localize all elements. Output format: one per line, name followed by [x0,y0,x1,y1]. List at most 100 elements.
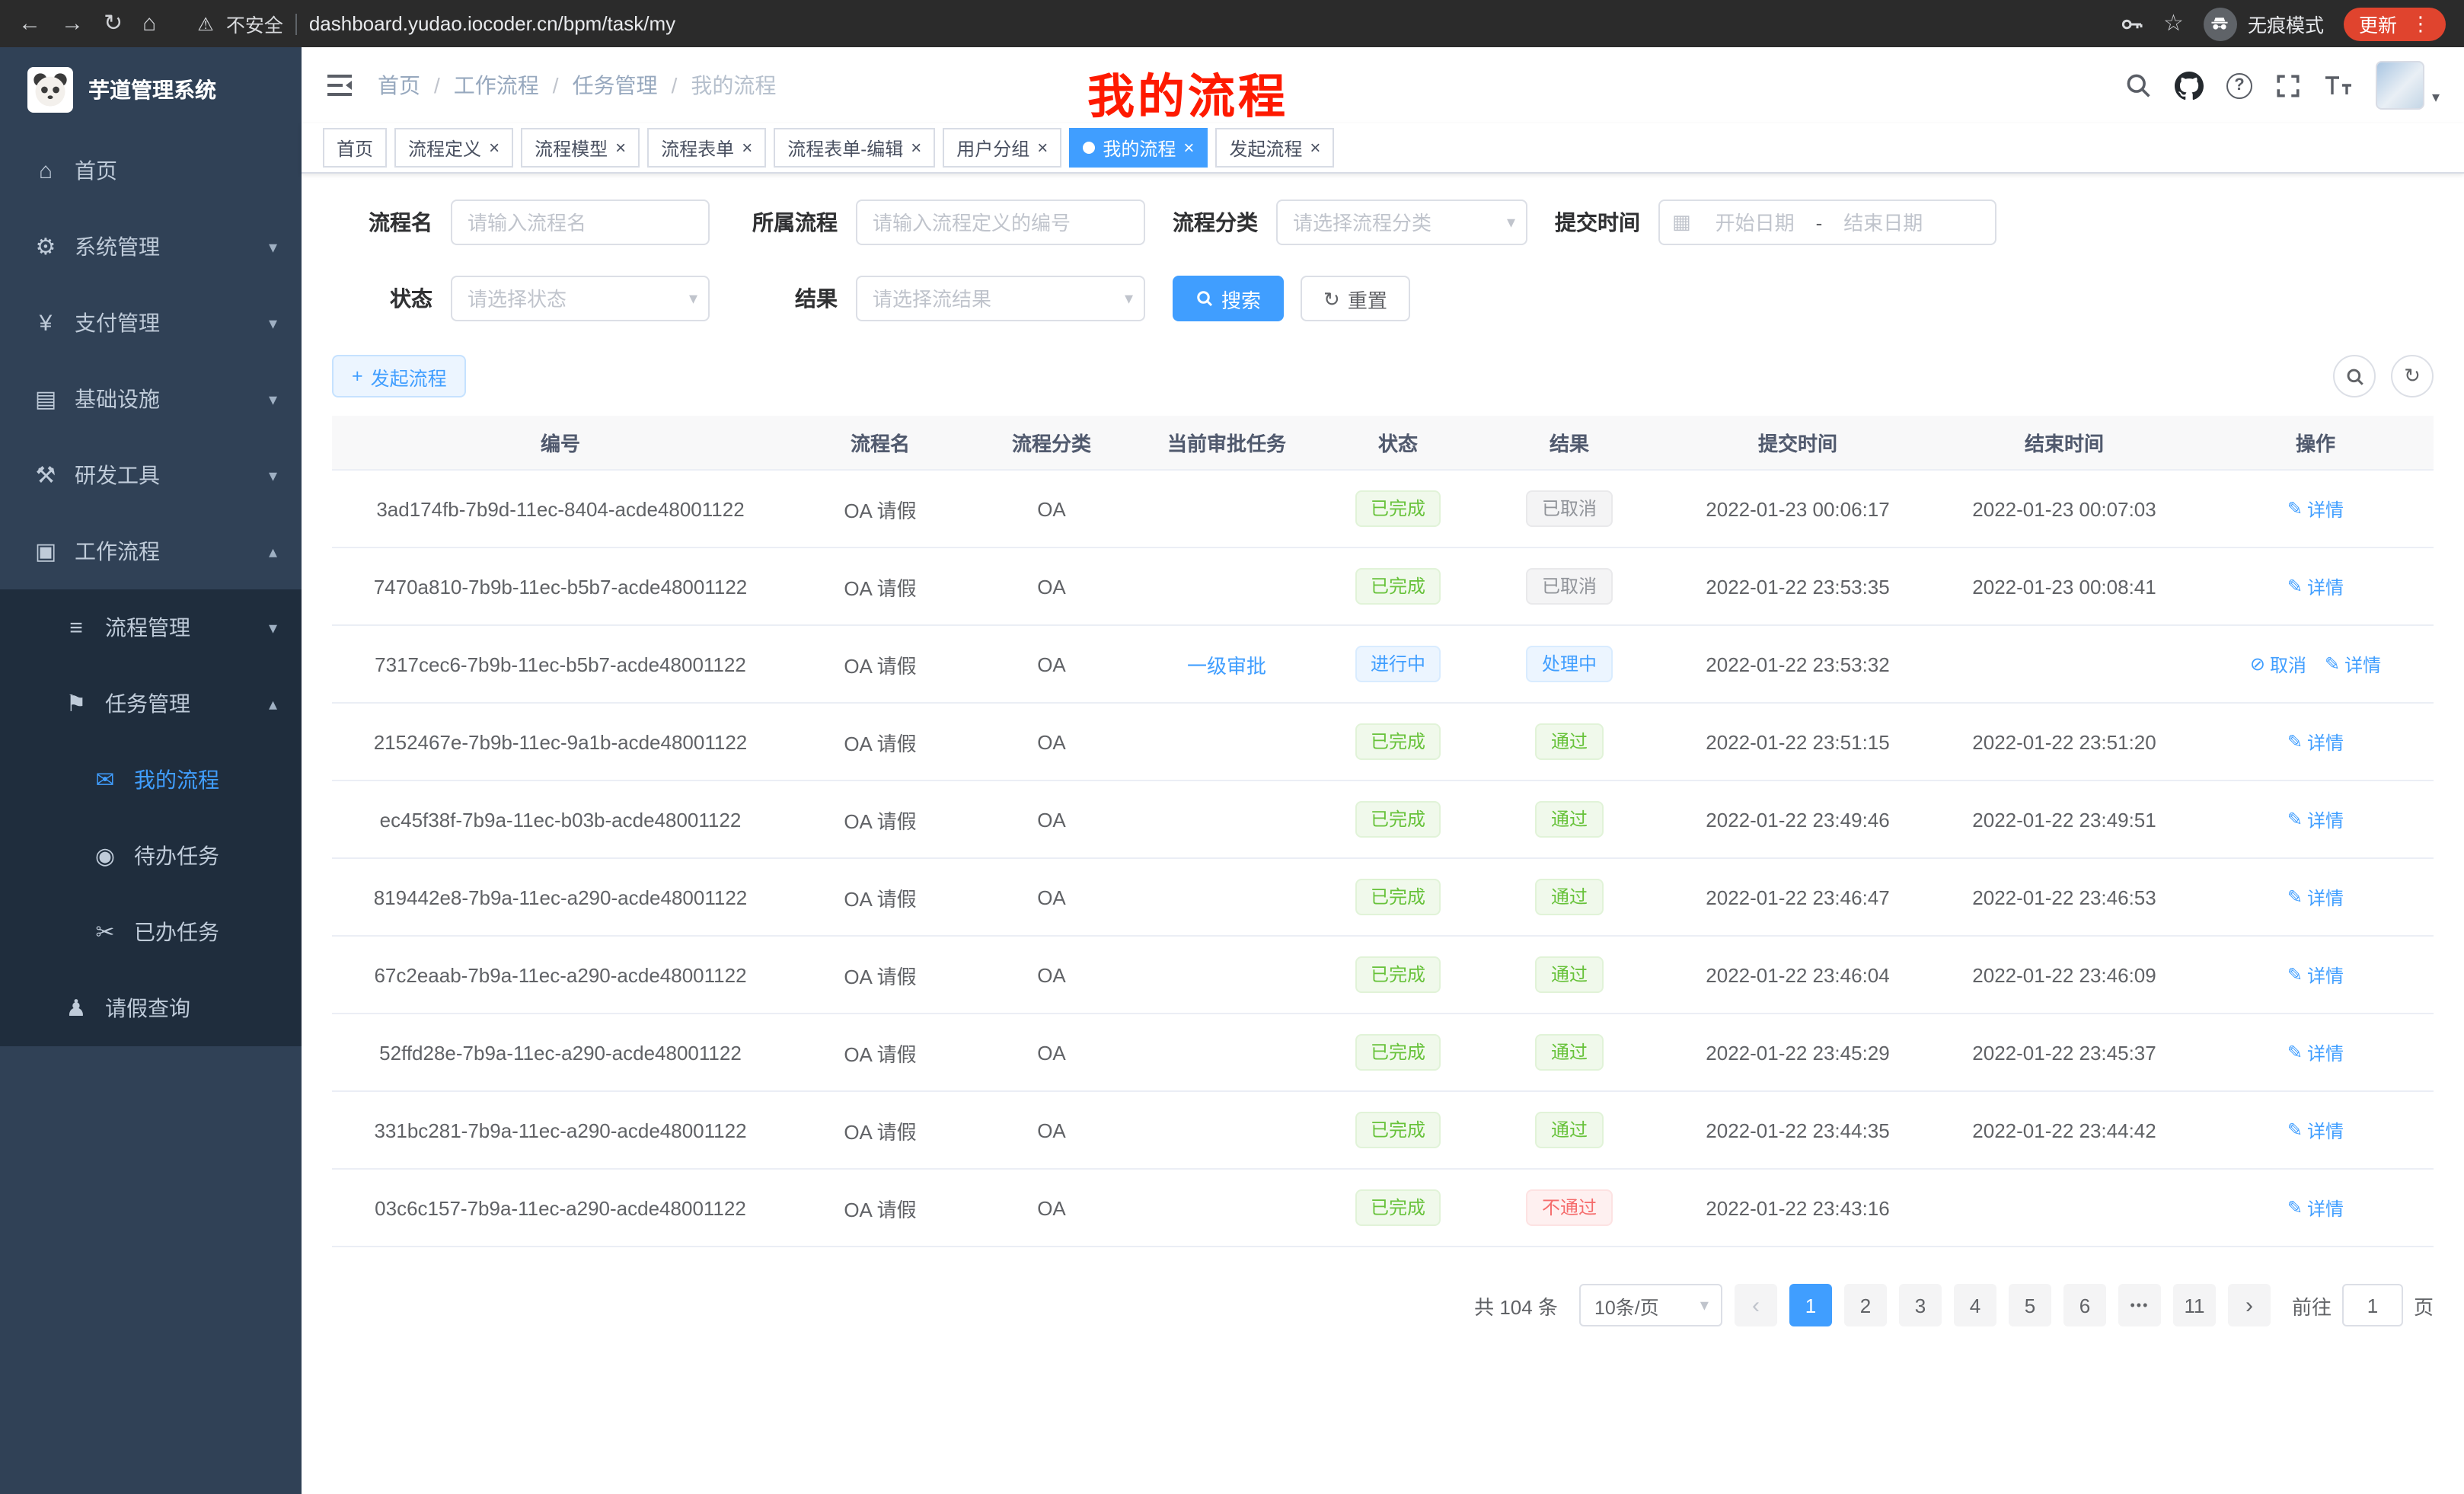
process-name-cell: OA 请假 [789,704,972,781]
refresh-table-icon[interactable]: ↻ [2391,355,2434,397]
detail-link[interactable]: ✎详情 [2287,806,2344,832]
detail-link[interactable]: ✎详情 [2287,962,2344,988]
caret-down-icon: ▾ [2432,90,2440,110]
page-button[interactable]: 11 [2173,1284,2216,1326]
edit-icon: ✎ [2287,888,2303,906]
edit-icon: ✎ [2287,1199,2303,1217]
sidebar-collapse-icon[interactable] [326,73,353,97]
end-time-cell: 2022-01-22 23:44:42 [1931,1092,2197,1170]
goto-page-input[interactable] [2342,1284,2403,1326]
date-range-picker[interactable]: ▦ - [1658,200,1996,245]
sidebar-item-devtools[interactable]: ⚒研发工具▾ [0,437,302,513]
reload-icon[interactable]: ↻ [104,12,123,35]
start-process-button[interactable]: + 发起流程 [332,355,467,397]
key-icon[interactable] [2119,11,2143,36]
tab-process-form-edit[interactable]: 流程表单-编辑× [774,128,935,168]
browser-home-icon[interactable]: ⌂ [142,12,156,35]
tab-start-process[interactable]: 发起流程× [1215,128,1334,168]
incognito-chip[interactable]: 无痕模式 [2204,7,2324,40]
next-page-button[interactable]: › [2228,1284,2271,1326]
address-bar[interactable]: ⚠ 不安全 dashboard.yudao.iocoder.cn/bpm/tas… [197,9,2099,38]
close-icon[interactable]: × [742,139,752,157]
result-select[interactable]: ▾ [856,276,1145,321]
help-icon[interactable]: ? [2226,72,2252,98]
sidebar-item-todo-task[interactable]: ◉待办任务 [0,818,302,894]
search-icon[interactable] [2124,72,2152,99]
close-icon[interactable]: × [489,139,500,157]
page-button[interactable]: 6 [2063,1284,2106,1326]
category-select[interactable]: ▾ [1276,200,1527,245]
breadcrumb-item[interactable]: 任务管理 [573,70,658,101]
browser-menu-icon[interactable]: ⋮ [2411,11,2430,36]
user-menu[interactable]: ▾ [2376,61,2440,110]
app-logo[interactable]: 芋道管理系统 [0,47,302,132]
page-button[interactable]: 2 [1844,1284,1887,1326]
parent-process-input[interactable] [856,200,1145,245]
sidebar-item-workflow[interactable]: ▣工作流程▴ [0,513,302,589]
avatar[interactable] [2376,61,2424,110]
tab-process-model[interactable]: 流程模型× [521,128,640,168]
status-badge: 已完成 [1355,568,1441,605]
detail-link[interactable]: ✎详情 [2287,573,2344,599]
result-badge: 不通过 [1527,1189,1612,1226]
page-size-select[interactable]: 10条/页 ▾ [1579,1284,1722,1326]
tab-user-group[interactable]: 用户分组× [943,128,1061,168]
page-button[interactable]: 3 [1899,1284,1942,1326]
tab-home[interactable]: 首页 [323,128,387,168]
sidebar-menu: ⌂首页⚙系统管理▾¥支付管理▾▤基础设施▾⚒研发工具▾▣工作流程▴≡流程管理▾⚑… [0,132,302,1046]
reset-button[interactable]: ↻ 重置 [1301,276,1410,321]
detail-link[interactable]: ✎详情 [2287,1117,2344,1143]
page-ellipsis-button[interactable]: ••• [2118,1284,2161,1326]
update-button[interactable]: 更新 ⋮ [2344,7,2446,40]
sidebar-item-done-task[interactable]: ✂已办任务 [0,894,302,970]
close-icon[interactable]: × [911,139,921,157]
close-icon[interactable]: × [1183,139,1194,157]
page-button[interactable]: 5 [2009,1284,2051,1326]
breadcrumb-item[interactable]: 首页 [378,70,420,101]
end-date-input[interactable] [1825,211,1941,234]
tab-process-form[interactable]: 流程表单× [647,128,766,168]
fullscreen-icon[interactable] [2275,72,2301,98]
start-date-input[interactable] [1697,211,1813,234]
edit-icon: ✎ [2287,810,2303,828]
close-icon[interactable]: × [1310,139,1320,157]
sidebar-item-process-management[interactable]: ≡流程管理▾ [0,589,302,666]
cancel-link[interactable]: ⊘取消 [2250,651,2306,677]
sidebar-item-my-process[interactable]: ✉我的流程 [0,742,302,818]
process-name-input[interactable] [451,200,710,245]
sidebar-item-task-management[interactable]: ⚑任务管理▴ [0,666,302,742]
detail-link[interactable]: ✎详情 [2287,884,2344,910]
breadcrumb-item[interactable]: 工作流程 [454,70,539,101]
sidebar-item-payment-management[interactable]: ¥支付管理▾ [0,285,302,361]
prev-page-button[interactable]: ‹ [1735,1284,1777,1326]
search-button[interactable]: 搜索 [1173,276,1284,321]
status-cell: 已完成 [1322,937,1474,1014]
end-time-cell: 2022-01-22 23:45:37 [1931,1014,2197,1092]
sidebar-item-home[interactable]: ⌂首页 [0,132,302,209]
detail-link[interactable]: ✎详情 [2287,496,2344,522]
detail-link[interactable]: ✎详情 [2325,651,2381,677]
status-select-input[interactable] [451,276,710,321]
github-icon[interactable] [2175,71,2204,100]
tab-my-process[interactable]: 我的流程× [1069,128,1208,168]
hide-search-icon[interactable] [2333,355,2376,397]
detail-link[interactable]: ✎详情 [2287,1195,2344,1221]
category-select-input[interactable] [1276,200,1527,245]
tab-process-definition[interactable]: 流程定义× [394,128,513,168]
status-select[interactable]: ▾ [451,276,710,321]
sidebar-item-system-management[interactable]: ⚙系统管理▾ [0,209,302,285]
forward-icon[interactable]: → [61,12,84,35]
current-task-link[interactable]: 一级审批 [1187,650,1266,678]
sidebar-item-infrastructure[interactable]: ▤基础设施▾ [0,361,302,437]
page-button[interactable]: 1 [1789,1284,1832,1326]
font-size-icon[interactable] [2324,72,2353,98]
back-icon[interactable]: ← [18,12,41,35]
close-icon[interactable]: × [1037,139,1048,157]
detail-link[interactable]: ✎详情 [2287,1039,2344,1065]
result-select-input[interactable] [856,276,1145,321]
sidebar-item-leave-query[interactable]: ♟请假查询 [0,970,302,1046]
close-icon[interactable]: × [615,139,626,157]
bookmark-star-icon[interactable]: ☆ [2163,12,2184,35]
detail-link[interactable]: ✎详情 [2287,729,2344,755]
page-button[interactable]: 4 [1954,1284,1996,1326]
